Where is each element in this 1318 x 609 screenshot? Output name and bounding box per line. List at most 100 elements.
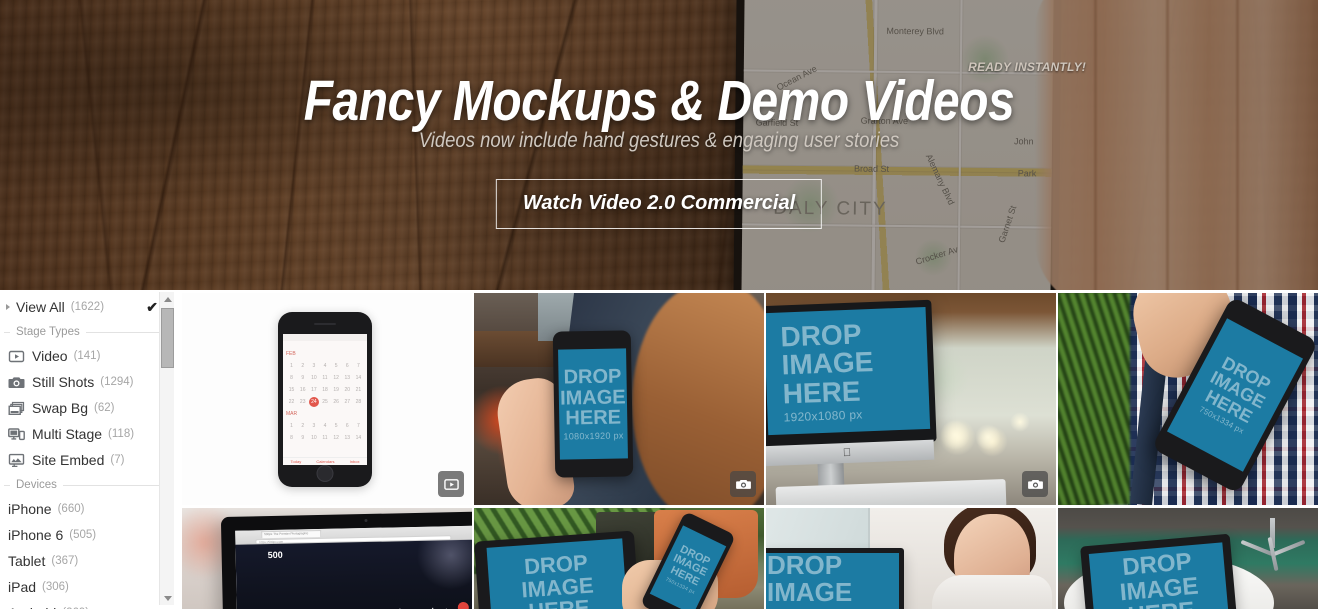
sidebar-item-ipad[interactable]: iPad (306): [0, 574, 180, 600]
camera-icon: [8, 374, 25, 391]
drop-image-placeholder: DROP IMAGE HERE 1080x1920 px: [558, 348, 628, 460]
sidebar-count-video: (141): [73, 350, 101, 362]
sidebar-scrollbar[interactable]: [159, 292, 174, 605]
sidebar-item-multi-stage[interactable]: Multi Stage (118): [0, 421, 180, 447]
placeholder-line-1: DROP: [563, 365, 622, 389]
apple-logo-icon: : [843, 447, 852, 459]
grid-item-imac-in-cafe[interactable]: DROP IMAGE HERE 1920x1080 px : [766, 293, 1056, 505]
placeholder-line-3: HERE: [782, 375, 862, 410]
hero-banner: Monterey Blvd Ocean Ave Garfield St Graf…: [0, 0, 1318, 290]
calendar-today-button: Today: [290, 459, 302, 464]
keyboard: [775, 478, 1007, 505]
iphone-speaker: [314, 323, 336, 325]
monitor-device: DROP IMAGE HERE: [766, 548, 904, 609]
grid-item-woman-beside-monitor[interactable]: DROP IMAGE HERE: [766, 508, 1056, 609]
placeholder-line-3: HERE: [565, 406, 622, 430]
site-tagline: Home to everyone's best photos: [237, 604, 472, 609]
grid-item-laptop-site-embed[interactable]: 500px The Premier Photographic https://5…: [182, 508, 472, 609]
sidebar-item-iphone[interactable]: iPhone (660): [0, 496, 180, 522]
calendar-screen: FEB 1234567 8 9 10 11 12 13 14 15 16 17 18 19 20 21 …: [283, 334, 367, 465]
section-header-stage-types: Stage Types: [0, 320, 180, 343]
scroll-up-button[interactable]: [160, 292, 175, 306]
drop-image-placeholder: DROP IMAGE HERE 1920x1080 px: [766, 306, 931, 436]
placeholder-line-3: HERE: [528, 595, 591, 609]
filter-sidebar: View All (1622) ✔ Stage Types Video (141…: [0, 290, 180, 609]
sidebar-count-ipad: (306): [42, 581, 69, 593]
iphone-home-button: [316, 465, 334, 482]
sidebar-count-still-shots: (1294): [100, 376, 134, 388]
content-area: View All (1622) ✔ Stage Types Video (141…: [0, 290, 1318, 609]
calendar-grid: FEB 1234567 8 9 10 11 12 13 14 15 16 17 18 19 20 21 …: [286, 351, 362, 441]
calendar-month-1: FEB: [286, 351, 296, 357]
calendar-calendars-button: Calendars: [316, 459, 335, 464]
chevron-up-icon: [163, 296, 172, 302]
sidebar-item-view-all[interactable]: View All (1622) ✔: [0, 294, 180, 320]
imac-device: DROP IMAGE HERE 1920x1080 px: [766, 299, 937, 449]
sidebar-label-site-embed: Site Embed: [32, 452, 105, 468]
sidebar-label-android: Android: [8, 605, 56, 609]
camera-badge: [1022, 471, 1048, 497]
sidebar-item-iphone-6[interactable]: iPhone 6 (505): [0, 522, 180, 548]
sidebar-label-iphone-6: iPhone 6: [8, 527, 64, 543]
drop-image-placeholder: DROP IMAGE HERE: [766, 553, 899, 609]
sidebar-label-swap-bg: Swap Bg: [32, 400, 89, 416]
placeholder-line-2: IMAGE: [767, 576, 853, 607]
grid-item-woman-holding-iphone[interactable]: DROP IMAGE HERE 1080x1920 px: [474, 293, 764, 505]
camera-badge: [730, 471, 756, 497]
section-header-devices: Devices: [0, 473, 180, 496]
grid-item-iphone-from-backpack[interactable]: DROP IMAGE HERE 750x1334 px: [1058, 293, 1318, 505]
sidebar-item-site-embed[interactable]: Site Embed (7): [0, 447, 180, 473]
multi-stage-icon: [8, 426, 25, 443]
laptop-device: 500px The Premier Photographic https://5…: [220, 510, 472, 609]
sidebar-label-multi-stage: Multi Stage: [32, 426, 103, 442]
grid-item-iphone-calendar[interactable]: FEB 1234567 8 9 10 11 12 13 14 15 16 17 18 19 20 21 …: [182, 293, 472, 505]
sidebar-item-android[interactable]: Android (269): [0, 600, 180, 609]
site-logo: 500: [267, 549, 283, 561]
woman-shoulders: [932, 575, 1052, 609]
calendar-today: 24: [308, 397, 319, 407]
sidebar-count-swap-bg: (62): [94, 402, 115, 414]
sidebar-label-ipad: iPad: [8, 579, 37, 595]
sidebar-count-site-embed: (7): [110, 454, 125, 466]
drop-image-placeholder: DROP IMAGE HERE 1024x768 px: [486, 538, 630, 609]
section-title-devices: Devices: [16, 479, 57, 491]
watch-video-button[interactable]: Watch Video 2.0 Commercial: [495, 179, 823, 229]
sidebar-count-tablet: (367): [51, 555, 79, 567]
placeholder-line-1: DROP: [767, 553, 843, 581]
placeholder-dimensions: 1920x1080 px: [783, 407, 863, 425]
laptop-camera: [364, 518, 368, 523]
sidebar-count-iphone: (660): [57, 503, 85, 515]
section-title-stage-types: Stage Types: [16, 326, 80, 338]
laptop-device: DROP IMAGE HERE: [1080, 533, 1238, 609]
sidebar-item-still-shots[interactable]: Still Shots (1294): [0, 369, 180, 395]
ipad-device: DROP IMAGE HERE 1024x768 px: [474, 530, 642, 609]
browser-tab: 500px The Premier Photographic: [261, 529, 322, 539]
sidebar-label-video: Video: [32, 348, 68, 364]
camera-icon: [735, 479, 751, 489]
calendar-navbar: [283, 334, 367, 341]
calendar-month-2: MAR: [286, 411, 298, 417]
scroll-down-button[interactable]: [160, 591, 175, 605]
placeholder-line-3: HERE: [767, 605, 839, 609]
scrollbar-thumb[interactable]: [161, 308, 174, 368]
grid-item-laptop-on-lounge-table[interactable]: DROP IMAGE HERE: [1058, 508, 1318, 609]
sidebar-label-iphone: iPhone: [8, 501, 52, 517]
stool: [1230, 512, 1316, 572]
drop-image-placeholder: DROP IMAGE HERE: [1088, 542, 1230, 609]
sidebar-item-tablet[interactable]: Tablet (367): [0, 548, 180, 574]
iphone-device: FEB 1234567 8 9 10 11 12 13 14 15 16 17 18 19 20 21 …: [278, 312, 372, 487]
sidebar-item-swap-bg[interactable]: Swap Bg (62): [0, 395, 180, 421]
site-embed-icon: [8, 452, 25, 469]
laptop-screen: 500px The Premier Photographic https://5…: [235, 524, 472, 609]
grid-item-ipad-and-iphone-outdoors[interactable]: DROP IMAGE HERE 1024x768 px DROP IMAGE H…: [474, 508, 764, 609]
video-badge: [438, 471, 464, 497]
calendar-inbox-button: Inbox: [349, 459, 360, 464]
view-all-count: (1622): [70, 301, 105, 313]
chevron-down-icon: [163, 595, 172, 601]
view-all-label: View All: [16, 299, 65, 315]
mockup-grid: FEB 1234567 8 9 10 11 12 13 14 15 16 17 18 19 20 21 …: [180, 290, 1318, 609]
website-content: 500 Log in Sign up Home to everyone's be…: [235, 538, 472, 609]
iphone-device: DROP IMAGE HERE 1080x1920 px: [552, 330, 634, 478]
sidebar-item-video[interactable]: Video (141): [0, 343, 180, 369]
placeholder-dimensions: 1080x1920 px: [563, 429, 624, 442]
